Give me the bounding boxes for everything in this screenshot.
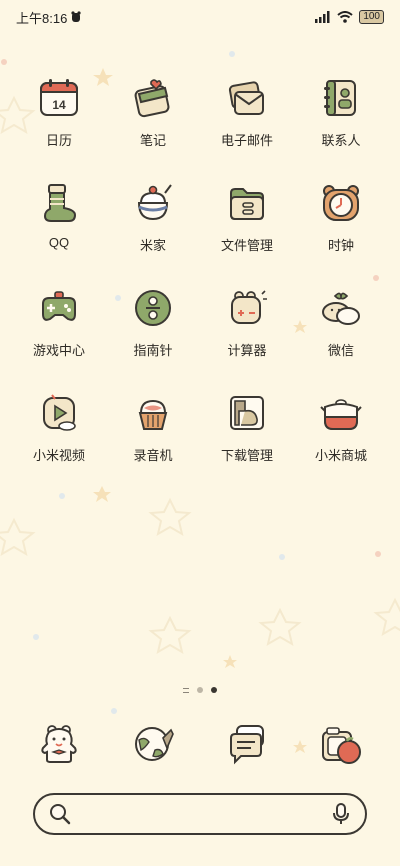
contacts-icon <box>324 80 356 116</box>
browser-icon <box>135 727 174 761</box>
game-center-icon <box>42 291 76 321</box>
app-label: 小米视频 <box>32 448 85 463</box>
battery-indicator: 100 <box>359 10 384 24</box>
phone-icon <box>41 725 77 763</box>
downloads-icon <box>230 396 264 430</box>
app-label: 微信 <box>327 343 354 358</box>
app-label: 小米商城 <box>314 448 367 463</box>
messages-icon <box>230 725 264 765</box>
app-qq[interactable]: QQ <box>12 179 106 261</box>
qq-icon <box>43 184 77 222</box>
dock-browser[interactable] <box>106 720 200 766</box>
app-label: 下载管理 <box>220 448 273 463</box>
clock-icon <box>323 185 359 221</box>
status-right: 100 <box>315 10 384 24</box>
calendar-date: 14 <box>52 98 66 112</box>
app-label: 电子邮件 <box>220 133 273 148</box>
app-mi-store[interactable]: 小米商城 <box>294 389 388 471</box>
app-downloads[interactable]: 下载管理 <box>200 389 294 471</box>
compass-icon <box>135 290 171 326</box>
clock-text: 上午8:16 <box>16 10 68 26</box>
page-dot-list[interactable] <box>183 687 189 693</box>
file-manager-icon <box>230 188 264 220</box>
mi-video-icon <box>43 394 76 431</box>
signal-icon <box>315 11 330 23</box>
app-label: 时钟 <box>327 238 354 253</box>
app-compass[interactable]: 指南针 <box>106 284 200 366</box>
notes-icon <box>134 79 170 118</box>
app-file-manager[interactable]: 文件管理 <box>200 179 294 261</box>
dock <box>0 720 400 766</box>
page-dot-active[interactable] <box>211 687 217 693</box>
app-label: 联系人 <box>321 133 361 148</box>
app-contacts[interactable]: 联系人 <box>294 74 388 156</box>
app-calendar[interactable]: 14 日历 <box>12 74 106 156</box>
app-email[interactable]: 电子邮件 <box>200 74 294 156</box>
app-label: 笔记 <box>139 133 166 148</box>
mi-store-icon <box>320 399 362 430</box>
camera-icon <box>322 727 361 764</box>
app-calculator[interactable]: 计算器 <box>200 284 294 366</box>
page-indicator[interactable] <box>0 687 400 693</box>
notification-bear-icon <box>71 11 81 22</box>
app-label: QQ <box>48 235 70 250</box>
dock-camera[interactable] <box>294 720 388 766</box>
app-mijia[interactable]: 米家 <box>106 179 200 261</box>
microphone-icon[interactable] <box>331 802 351 826</box>
mijia-icon <box>137 184 172 221</box>
app-label: 米家 <box>139 238 166 253</box>
app-grid: 14 日历 笔记 电子邮件 联系人 QQ 米家 文件管理 时钟 游戏中心 指南针… <box>0 74 400 471</box>
dock-phone[interactable] <box>12 720 106 766</box>
app-label: 文件管理 <box>220 238 273 253</box>
app-notes[interactable]: 笔记 <box>106 74 200 156</box>
page-dot[interactable] <box>197 687 203 693</box>
app-mi-video[interactable]: 小米视频 <box>12 389 106 471</box>
app-label: 游戏中心 <box>32 343 85 358</box>
wifi-icon <box>337 11 353 23</box>
app-recorder[interactable]: 录音机 <box>106 389 200 471</box>
app-clock[interactable]: 时钟 <box>294 179 388 261</box>
app-label: 录音机 <box>133 448 173 463</box>
search-bar[interactable] <box>33 793 367 835</box>
status-bar: 上午8:16 100 <box>0 0 400 34</box>
wechat-icon <box>322 292 360 325</box>
app-label: 日历 <box>45 133 72 148</box>
app-game-center[interactable]: 游戏中心 <box>12 284 106 366</box>
app-wechat[interactable]: 微信 <box>294 284 388 366</box>
app-label: 计算器 <box>227 343 267 358</box>
calculator-icon <box>231 290 267 324</box>
search-icon[interactable] <box>49 803 71 825</box>
calendar-icon: 14 <box>40 79 78 116</box>
status-left: 上午8:16 <box>16 8 81 27</box>
email-icon <box>228 81 264 115</box>
recorder-icon <box>138 399 168 430</box>
dock-messages[interactable] <box>200 720 294 766</box>
app-label: 指南针 <box>133 343 173 358</box>
